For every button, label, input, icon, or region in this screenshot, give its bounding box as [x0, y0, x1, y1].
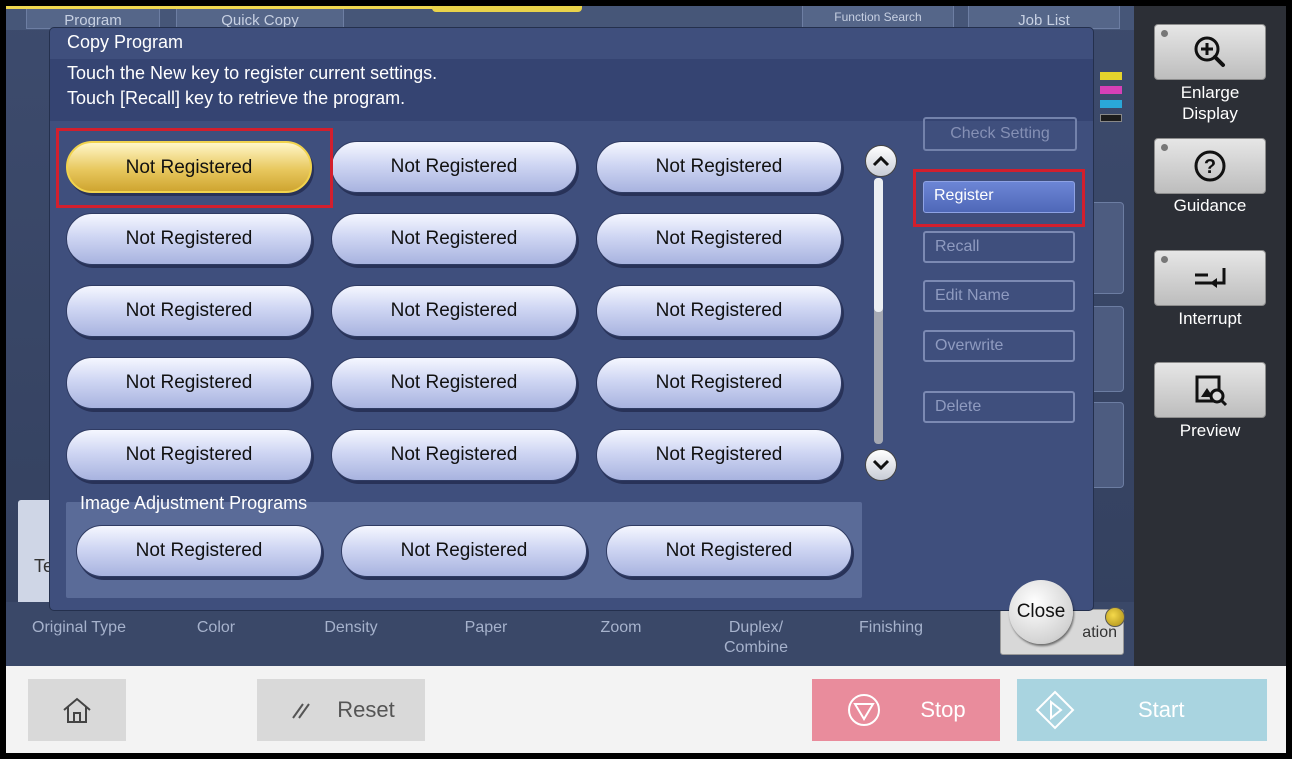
scroll-up-button[interactable] [865, 145, 897, 177]
interrupt-button[interactable] [1154, 250, 1266, 306]
scrollbar-thumb[interactable] [874, 178, 883, 312]
message-line-2: Touch [Recall] key to retrieve the progr… [67, 88, 406, 108]
density-label: Density [324, 619, 378, 636]
indicator-dot [1161, 144, 1168, 151]
reset-button[interactable]: Reset [257, 679, 425, 741]
enlarge-display-button[interactable] [1154, 24, 1266, 80]
check-setting-button[interactable]: Check Setting [923, 117, 1077, 151]
preview-button[interactable] [1154, 362, 1266, 418]
indicator-dot [1161, 256, 1168, 263]
guidance-label: Guidance [1173, 196, 1247, 215]
tab-program: Program [26, 6, 160, 29]
chevron-up-icon [872, 155, 890, 167]
finishing-label: Finishing [858, 619, 924, 636]
program-slot-9[interactable]: Not Registered [596, 285, 842, 337]
duplex-label: Duplex/ [728, 619, 784, 636]
program-slot-13[interactable]: Not Registered [66, 429, 312, 481]
dialog-message: Touch the New key to register current se… [50, 59, 1093, 121]
copier-screen: Program Quick Copy Function Search Job L… [6, 6, 1286, 753]
message-line-1: Touch the New key to register current se… [67, 63, 438, 83]
close-button[interactable]: Close [1009, 580, 1073, 644]
application-led [1105, 607, 1125, 627]
original-type-label: Original Type [32, 619, 126, 636]
tab-quick-copy: Quick Copy [176, 6, 344, 29]
tab-function-search: Function Search [802, 6, 954, 29]
start-label: Start [1138, 697, 1185, 722]
stop-icon [848, 694, 881, 726]
program-slot-12[interactable]: Not Registered [596, 357, 842, 409]
zoom-label: Zoom [600, 619, 642, 636]
guidance-button[interactable]: ? [1154, 138, 1266, 194]
preview-label: Preview [1179, 421, 1241, 440]
toner-cyan [1100, 100, 1122, 108]
start-button[interactable]: Start [1017, 679, 1267, 741]
image-adjustment-slot-1[interactable]: Not Registered [76, 525, 322, 577]
stop-button[interactable]: Stop [812, 679, 1000, 741]
toner-yellow [1100, 72, 1122, 80]
help-icon: ? [1194, 150, 1226, 182]
delete-button[interactable]: Delete [923, 391, 1075, 423]
tab-job-list: Job List [968, 6, 1120, 29]
highlight-register [913, 169, 1085, 227]
home-button[interactable] [28, 679, 126, 741]
program-slot-8[interactable]: Not Registered [331, 285, 577, 337]
image-adjustment-slot-3[interactable]: Not Registered [606, 525, 852, 577]
enlarge-label-line2: Display [1182, 104, 1238, 123]
image-adjustment-title: Image Adjustment Programs [80, 493, 308, 513]
bottom-bar: Reset Stop Start [6, 666, 1286, 753]
program-slot-11[interactable]: Not Registered [331, 357, 577, 409]
recall-button[interactable]: Recall [923, 231, 1075, 263]
interrupt-label: Interrupt [1178, 309, 1242, 328]
program-slot-2[interactable]: Not Registered [331, 141, 577, 193]
toner-black [1100, 114, 1122, 122]
background-card [1088, 202, 1124, 294]
reset-icon [292, 703, 311, 719]
preview-icon [1195, 375, 1228, 407]
function-strip [6, 602, 1134, 666]
program-slot-6[interactable]: Not Registered [596, 213, 842, 265]
program-slot-5[interactable]: Not Registered [331, 213, 577, 265]
program-slot-7[interactable]: Not Registered [66, 285, 312, 337]
overwrite-button[interactable]: Overwrite [923, 330, 1075, 362]
toner-magenta [1100, 86, 1122, 94]
dialog-title: Copy Program [67, 32, 184, 52]
interrupt-icon [1195, 268, 1226, 288]
start-icon [1035, 690, 1075, 730]
stop-label: Stop [920, 697, 966, 722]
program-slot-10[interactable]: Not Registered [66, 357, 312, 409]
program-slot-14[interactable]: Not Registered [331, 429, 577, 481]
background-card [1088, 306, 1124, 392]
image-adjustment-slot-2[interactable]: Not Registered [341, 525, 587, 577]
drag-handle [432, 6, 582, 12]
color-label: Color [196, 619, 236, 636]
paper-label: Paper [464, 619, 508, 636]
chevron-down-icon [872, 459, 890, 471]
zoom-in-icon [1194, 36, 1225, 67]
home-icon [63, 697, 91, 723]
edit-name-button[interactable]: Edit Name [923, 280, 1075, 312]
svg-text:?: ? [1204, 156, 1216, 178]
copy-program-dialog: Copy Program Touch the New key to regist… [50, 28, 1093, 610]
enlarge-label-line1: Enlarge [1180, 83, 1240, 102]
program-slot-4[interactable]: Not Registered [66, 213, 312, 265]
reset-label: Reset [337, 697, 395, 722]
combine-label: Combine [723, 639, 789, 656]
program-slot-3[interactable]: Not Registered [596, 141, 842, 193]
indicator-dot [1161, 30, 1168, 37]
scroll-down-button[interactable] [865, 449, 897, 481]
highlight-selected-slot [56, 128, 333, 208]
background-card [1088, 402, 1124, 488]
program-slot-15[interactable]: Not Registered [596, 429, 842, 481]
